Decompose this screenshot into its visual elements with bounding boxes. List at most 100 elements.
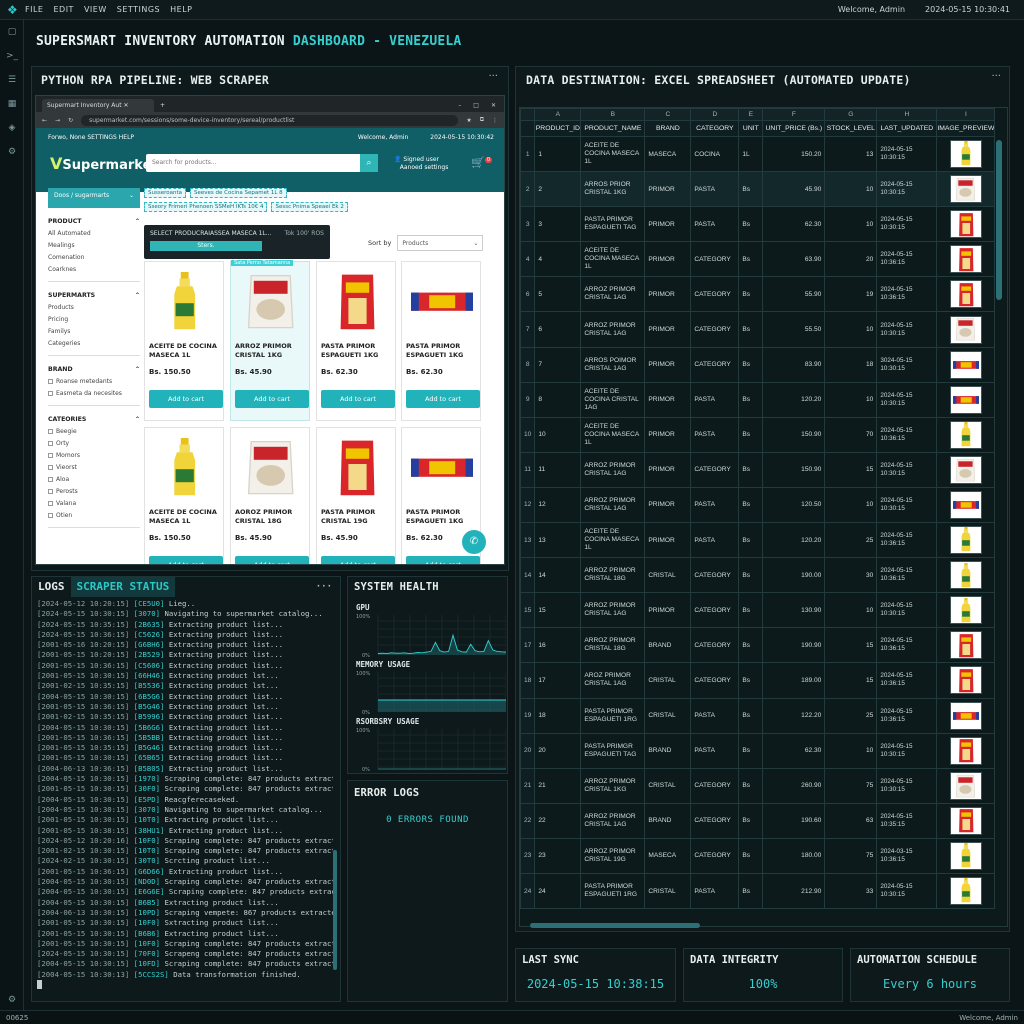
forward-icon[interactable]: → — [55, 117, 60, 124]
cell-product-id[interactable]: 4 — [534, 241, 582, 278]
product-image[interactable] — [149, 266, 221, 338]
cell-category[interactable]: PASTA — [690, 522, 740, 559]
cell-unit-price[interactable]: 150.90 — [762, 451, 826, 488]
cell-stock-level[interactable]: 75 — [824, 767, 878, 804]
new-tab-icon[interactable]: + — [160, 102, 165, 112]
cell-last-updated[interactable]: 2024-05-15 10:30:15 — [876, 767, 938, 804]
menu-settings[interactable]: SETTINGS — [117, 5, 160, 14]
product-name[interactable]: PASTA PRIMOR ESPAGUETI 1KG — [406, 508, 482, 526]
checkbox[interactable] — [48, 513, 53, 518]
cell-brand[interactable]: MASECA — [644, 837, 692, 874]
cell-image-preview[interactable] — [936, 732, 996, 769]
cell-stock-level[interactable]: 10 — [824, 592, 878, 629]
table-icon[interactable]: ▦ — [0, 92, 24, 116]
cell-image-preview[interactable] — [936, 592, 996, 629]
column-letter[interactable]: E — [738, 108, 764, 121]
cell-product-name[interactable]: ARROZ PRIMOR CRISTAL 1AG — [580, 276, 646, 313]
table-row[interactable]: 21 21 ARROZ PRIMOR CRISTAL 1KG CRISTAL CATEG… — [520, 767, 996, 804]
cell-product-id[interactable]: 18 — [534, 697, 582, 734]
cell-product-id[interactable]: 22 — [534, 802, 582, 839]
cell-image-preview[interactable] — [936, 241, 996, 278]
cell-brand[interactable]: PRIMOR — [644, 206, 692, 243]
add-to-cart-button[interactable]: Add to cart — [406, 390, 480, 408]
cell-stock-level[interactable]: 33 — [824, 872, 878, 910]
table-row[interactable]: 1 1 ACEITE DE COCINA MASECA 1L MASECA COCINA… — [520, 135, 996, 173]
cell-unit[interactable]: Bs — [738, 872, 764, 910]
cell-stock-level[interactable]: 15 — [824, 451, 878, 488]
sidebar-item[interactable]: Categeries — [48, 340, 140, 347]
cell-image-preview[interactable] — [936, 135, 996, 173]
sidebar-item[interactable]: Valana — [48, 500, 140, 507]
cell-category[interactable]: CATEGORY — [690, 767, 740, 804]
cell-image-preview[interactable] — [936, 451, 996, 488]
back-icon[interactable]: ← — [42, 117, 47, 124]
cell-last-updated[interactable]: 2024-05-15 10:30:15 — [876, 486, 938, 524]
cell-image-preview[interactable] — [936, 872, 996, 910]
column-letter[interactable]: A — [534, 108, 582, 121]
row-number[interactable]: 6 — [520, 276, 536, 313]
table-row[interactable]: 7 6 ARROZ PRIMOR CRISTAL 1AG PRIMOR CATEGORY… — [520, 311, 996, 348]
cell-brand[interactable]: MASECA — [644, 135, 692, 173]
table-row[interactable]: 13 13 ACEITE DE COCINA MASECA 1L PRIMOR PAST… — [520, 522, 996, 559]
cell-stock-level[interactable]: 19 — [824, 276, 878, 313]
cell-unit[interactable]: Bs — [738, 627, 764, 664]
product-card[interactable]: ACEITE DE COCINA MASECA 1L Bs. 150.50 Add … — [144, 427, 224, 564]
cell-brand[interactable]: PRIMOR — [644, 311, 692, 348]
cell-image-preview[interactable] — [936, 522, 996, 559]
cell-image-preview[interactable] — [936, 486, 996, 524]
column-letter[interactable]: I — [936, 108, 996, 121]
sidebar-item[interactable]: Easmeta da necesites — [48, 390, 140, 397]
account-menu[interactable]: 👤 Signed user Aanoed settings — [394, 156, 448, 172]
table-row[interactable]: 2 2 ARROS PRIOR CRISTAL 1KG PRIMOR PASTA Bs 45… — [520, 171, 996, 208]
sidebar-item[interactable]: All Automated — [48, 230, 140, 237]
row-number[interactable]: 24 — [520, 872, 536, 910]
menu-view[interactable]: VIEW — [84, 5, 107, 14]
cell-unit[interactable]: Bs — [738, 662, 764, 699]
cell-unit[interactable]: Bs — [738, 206, 764, 243]
add-to-cart-button[interactable]: Add to cart — [321, 390, 395, 408]
cell-stock-level[interactable]: 63 — [824, 802, 878, 839]
cell-brand[interactable]: PRIMOR — [644, 346, 692, 383]
cell-image-preview[interactable] — [936, 802, 996, 839]
column-header[interactable]: UNIT — [738, 120, 764, 137]
add-to-cart-button[interactable]: Add to cart — [406, 556, 480, 564]
settings-gear-icon[interactable]: ⚙ — [0, 988, 24, 1012]
sidebar-item[interactable]: Pricing — [48, 316, 140, 323]
add-to-cart-button[interactable]: Add to cart — [149, 556, 223, 564]
site-logo[interactable]: VSupermarket — [50, 154, 158, 173]
table-row[interactable]: 3 3 PASTA PRIMOR ESPAGUETI TAG PRIMOR PASTA B… — [520, 206, 996, 243]
product-image[interactable] — [321, 432, 393, 504]
cell-last-updated[interactable]: 2024-05-15 10:30:15 — [876, 381, 938, 418]
product-name[interactable]: ARROZ PRIMOR CRISTAL 1KG — [235, 342, 311, 360]
sort-select[interactable]: Products ⌄ — [397, 235, 484, 251]
terminal-icon[interactable]: >_ — [0, 44, 24, 68]
cell-brand[interactable]: PRIMOR — [644, 171, 692, 208]
cell-last-updated[interactable]: 2024-05-15 10:36:15 — [876, 241, 938, 278]
cell-unit[interactable]: 1L — [738, 135, 764, 173]
product-image[interactable] — [149, 432, 221, 504]
column-letter[interactable]: G — [824, 108, 878, 121]
search-icon[interactable]: ⌕ — [360, 154, 378, 172]
cell-category[interactable]: CATEGORY — [690, 557, 740, 594]
row-number[interactable]: 7 — [520, 311, 536, 348]
row-number[interactable]: 4 — [520, 241, 536, 278]
cell-product-name[interactable]: ARROZ PRIMOR CRISTAL 1AG — [580, 592, 646, 629]
sidebar-item[interactable]: Aloa — [48, 476, 140, 483]
cell-unit-price[interactable]: 150.20 — [762, 135, 826, 173]
table-row[interactable]: 9 8 ACEITE DE COCINA CRISTAL 1AG PRIMOR PAST… — [520, 381, 996, 418]
cell-unit-price[interactable]: 120.50 — [762, 486, 826, 524]
cell-unit[interactable]: Bs — [738, 451, 764, 488]
cell-product-id[interactable]: 23 — [534, 837, 582, 874]
cell-brand[interactable]: PRIMOR — [644, 381, 692, 418]
sidebar-item[interactable]: Coarknes — [48, 266, 140, 273]
cell-category[interactable]: CATEGORY — [690, 276, 740, 313]
cell-stock-level[interactable]: 18 — [824, 346, 878, 383]
product-card[interactable]: ACEITE DE COCINA MASECA 1L Bs. 150.50 Add … — [144, 261, 224, 421]
cell-stock-level[interactable]: 25 — [824, 697, 878, 734]
cell-category[interactable]: CATEGORY — [690, 451, 740, 488]
cell-last-updated[interactable]: 2024-05-15 10:30:15 — [876, 206, 938, 243]
cell-category[interactable]: PASTA — [690, 732, 740, 769]
cell-category[interactable]: CATEGORY — [690, 346, 740, 383]
checkbox[interactable] — [48, 501, 53, 506]
cell-image-preview[interactable] — [936, 627, 996, 664]
